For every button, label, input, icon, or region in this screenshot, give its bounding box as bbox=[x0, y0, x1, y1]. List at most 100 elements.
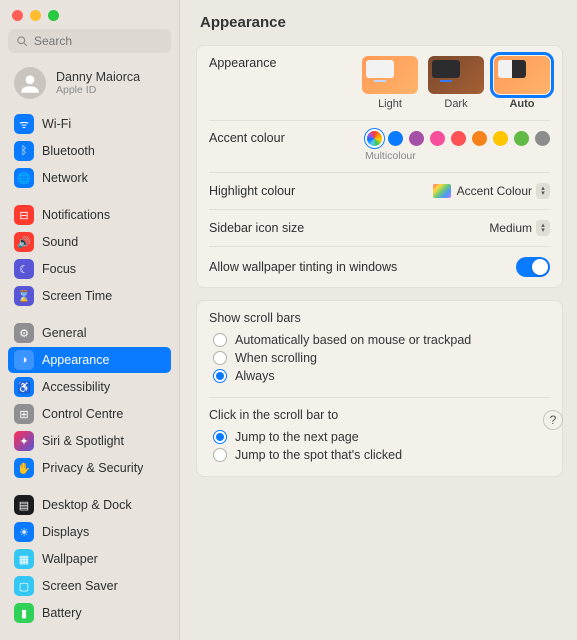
accent-swatch-multi[interactable] bbox=[367, 131, 382, 146]
sidebar-item-sound[interactable]: 🔊Sound bbox=[8, 229, 171, 255]
sidebar-item-controlcentre[interactable]: ⊞Control Centre bbox=[8, 401, 171, 427]
accent-swatch-pink[interactable] bbox=[430, 131, 445, 146]
sidebar-item-focus[interactable]: ☾Focus bbox=[8, 256, 171, 282]
scrollbars-option-always[interactable]: Always bbox=[209, 367, 550, 385]
help-button[interactable]: ? bbox=[543, 410, 563, 430]
bluetooth-icon: ᛒ bbox=[14, 141, 34, 161]
general-icon: ⚙ bbox=[14, 323, 34, 343]
sidebar-item-label: Battery bbox=[42, 606, 82, 620]
sidebar-item-label: Appearance bbox=[42, 353, 109, 367]
focus-icon: ☾ bbox=[14, 259, 34, 279]
sidebar-item-siri[interactable]: ✦Siri & Spotlight bbox=[8, 428, 171, 454]
controlcentre-icon: ⊞ bbox=[14, 404, 34, 424]
scrollclick-title: Click in the scroll bar to bbox=[209, 408, 550, 422]
accent-swatch-blue[interactable] bbox=[388, 131, 403, 146]
sidebar-item-accessibility[interactable]: ♿ Accessibility bbox=[8, 374, 171, 400]
wallpaper-tint-switch[interactable] bbox=[516, 257, 550, 277]
sidebar-item-screensaver[interactable]: ▢Screen Saver bbox=[8, 573, 171, 599]
radio-icon bbox=[213, 351, 227, 365]
wallpaper-tint-label: Allow wallpaper tinting in windows bbox=[209, 260, 506, 274]
chevron-updown-icon: ▴▾ bbox=[536, 220, 550, 236]
sidebar-item-label: Bluetooth bbox=[42, 144, 95, 158]
appearance-option-label: Light bbox=[378, 98, 402, 110]
sidebar-scroll[interactable]: Danny Maiorca Apple ID ᯤ Wi-Fi ᛒ Bluetooth 🌐… bbox=[0, 63, 179, 640]
sidebar-item-notifications[interactable]: ⊟Notifications bbox=[8, 202, 171, 228]
scrollclick-option-spot[interactable]: Jump to the spot that's clicked bbox=[209, 446, 550, 464]
account-row[interactable]: Danny Maiorca Apple ID bbox=[8, 63, 171, 111]
appearance-option-label: Dark bbox=[444, 98, 467, 110]
appearance-thumb-auto bbox=[494, 56, 550, 94]
page-title: Appearance bbox=[200, 14, 563, 31]
accent-label: Accent colour bbox=[209, 131, 357, 145]
search-input[interactable] bbox=[34, 34, 163, 48]
wifi-icon: ᯤ bbox=[14, 114, 34, 134]
highlight-label: Highlight colour bbox=[209, 184, 423, 198]
chevron-updown-icon: ▴▾ bbox=[536, 183, 550, 199]
radio-label: Automatically based on mouse or trackpad bbox=[235, 333, 471, 347]
sidebar: Danny Maiorca Apple ID ᯤ Wi-Fi ᛒ Bluetooth 🌐… bbox=[0, 0, 180, 640]
scrollbars-option-auto[interactable]: Automatically based on mouse or trackpad bbox=[209, 331, 550, 349]
scroll-panel: Show scroll bars Automatically based on … bbox=[196, 300, 563, 477]
radio-icon bbox=[213, 430, 227, 444]
sidebar-item-appearance[interactable]: ◑Appearance bbox=[8, 347, 171, 373]
network-icon: 🌐 bbox=[14, 168, 34, 188]
screensaver-icon: ▢ bbox=[14, 576, 34, 596]
account-sub: Apple ID bbox=[56, 84, 140, 96]
sidebar-item-label: Privacy & Security bbox=[42, 461, 143, 475]
sidebar-icon-value: Medium bbox=[489, 221, 532, 235]
sidebar-item-label: Accessibility bbox=[42, 380, 110, 394]
sidebar-item-network[interactable]: 🌐Network bbox=[8, 165, 171, 191]
search-icon bbox=[16, 35, 28, 47]
battery-icon: ▮ bbox=[14, 603, 34, 623]
sidebar-item-label: Desktop & Dock bbox=[42, 498, 132, 512]
screentime-icon: ⌛ bbox=[14, 286, 34, 306]
sidebar-item-general[interactable]: ⚙ General bbox=[8, 320, 171, 346]
minimize-window-button[interactable] bbox=[30, 10, 41, 21]
account-name: Danny Maiorca bbox=[56, 70, 140, 84]
scrollclick-option-next[interactable]: Jump to the next page bbox=[209, 428, 550, 446]
appearance-label: Appearance bbox=[209, 56, 352, 70]
main-content: Appearance Appearance Light Dark Auto Acce… bbox=[180, 0, 577, 640]
sidebar-item-label: Siri & Spotlight bbox=[42, 434, 124, 448]
sidebar-icon-popup[interactable]: Medium ▴▾ bbox=[489, 220, 550, 236]
radio-label: Jump to the next page bbox=[235, 430, 359, 444]
appearance-option-dark[interactable]: Dark bbox=[428, 56, 484, 110]
search-field[interactable] bbox=[8, 29, 171, 53]
sidebar-item-battery[interactable]: ▮ Battery bbox=[8, 600, 171, 626]
highlight-value: Accent Colour bbox=[457, 184, 532, 198]
scrollbars-option-scrolling[interactable]: When scrolling bbox=[209, 349, 550, 367]
highlight-popup[interactable]: Accent Colour ▴▾ bbox=[457, 183, 550, 199]
sidebar-item-bluetooth[interactable]: ᛒ Bluetooth bbox=[8, 138, 171, 164]
privacy-icon: ✋ bbox=[14, 458, 34, 478]
accent-caption: Multicolour bbox=[365, 150, 416, 162]
sidebar-item-label: Sound bbox=[42, 235, 78, 249]
accent-swatch-orange[interactable] bbox=[472, 131, 487, 146]
sidebar-item-label: Wallpaper bbox=[42, 552, 98, 566]
notifications-icon: ⊟ bbox=[14, 205, 34, 225]
sidebar-item-screentime[interactable]: ⌛Screen Time bbox=[8, 283, 171, 309]
radio-icon bbox=[213, 333, 227, 347]
sidebar-item-privacy[interactable]: ✋ Privacy & Security bbox=[8, 455, 171, 481]
sidebar-item-label: Wi-Fi bbox=[42, 117, 71, 131]
radio-label: When scrolling bbox=[235, 351, 317, 365]
sidebar-item-desktop[interactable]: ▤ Desktop & Dock bbox=[8, 492, 171, 518]
accessibility-icon: ♿ bbox=[14, 377, 34, 397]
accent-swatch-yellow[interactable] bbox=[493, 131, 508, 146]
sidebar-item-wallpaper[interactable]: ▦Wallpaper bbox=[8, 546, 171, 572]
sidebar-item-label: Displays bbox=[42, 525, 89, 539]
sidebar-item-wifi[interactable]: ᯤ Wi-Fi bbox=[8, 111, 171, 137]
accent-swatch-purple[interactable] bbox=[409, 131, 424, 146]
accent-swatch-graphite[interactable] bbox=[535, 131, 550, 146]
close-window-button[interactable] bbox=[12, 10, 23, 21]
sidebar-icon-label: Sidebar icon size bbox=[209, 221, 479, 235]
sidebar-item-displays[interactable]: ☀ Displays bbox=[8, 519, 171, 545]
zoom-window-button[interactable] bbox=[48, 10, 59, 21]
accent-swatch-red[interactable] bbox=[451, 131, 466, 146]
accent-swatch-green[interactable] bbox=[514, 131, 529, 146]
displays-icon: ☀ bbox=[14, 522, 34, 542]
radio-icon bbox=[213, 369, 227, 383]
appearance-option-auto[interactable]: Auto bbox=[494, 56, 550, 110]
appearance-option-light[interactable]: Light bbox=[362, 56, 418, 110]
sidebar-item-label: General bbox=[42, 326, 86, 340]
desktop-icon: ▤ bbox=[14, 495, 34, 515]
